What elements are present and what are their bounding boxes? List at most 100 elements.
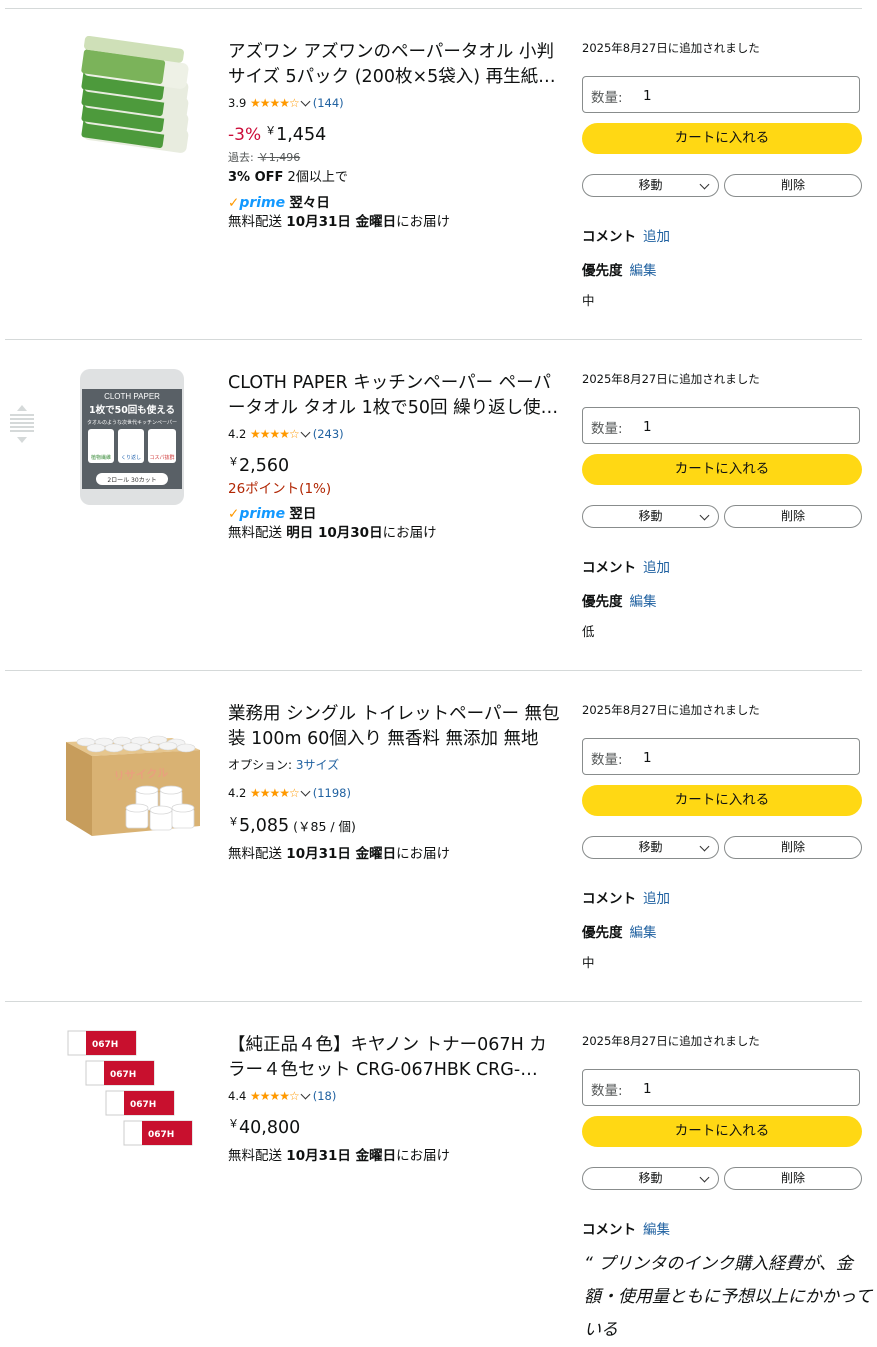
rating-row[interactable]: 4.2 ★★★★☆ (1198): [228, 786, 351, 800]
comment-row: コメント 追加: [582, 225, 670, 245]
item-divider: [5, 670, 862, 671]
offer-condition: 2個以上で: [283, 170, 348, 185]
comment-add-link[interactable]: 追加: [643, 560, 670, 576]
rating-row[interactable]: 4.4 ★★★★☆ (18): [228, 1089, 336, 1103]
delivery-info: 無料配送 10月31日 金曜日にお届け: [228, 842, 450, 862]
price-symbol: ￥: [228, 455, 239, 468]
quantity-field[interactable]: 数量: 1: [582, 738, 860, 775]
product-title[interactable]: アズワン アズワンのペーパータオル 小判サイズ 5パック (200枚×5袋入) …: [228, 40, 563, 90]
move-dropdown[interactable]: 移動: [582, 836, 719, 859]
priority-edit-link[interactable]: 編集: [630, 594, 657, 610]
product-title[interactable]: CLOTH PAPER キッチンペーパー ペーパータオル タオル 1枚で50回 …: [228, 371, 563, 421]
delivery-date: 明日 10月30日: [286, 525, 383, 541]
chevron-down-icon: [699, 1172, 710, 1183]
quantity-label: 数量:: [591, 1083, 623, 1099]
option-label: オプション:: [228, 758, 296, 772]
delivery-date: 10月31日 金曜日: [286, 846, 397, 862]
prime-delivery-speed: 翌々日: [289, 195, 330, 211]
priority-label: 優先度: [582, 594, 623, 610]
move-label: 移動: [638, 840, 663, 854]
comment-label: コメント: [582, 891, 636, 907]
added-date: 2025年8月27日に追加されました: [582, 1034, 760, 1048]
priority-edit-link[interactable]: 編集: [630, 263, 657, 279]
prime-check-icon: ✓: [228, 506, 240, 522]
comment-add-link[interactable]: 追加: [643, 891, 670, 907]
offer-percent: 3% OFF: [228, 170, 284, 185]
quantity-label: 数量:: [591, 90, 623, 106]
toner-model: 067H: [110, 1070, 136, 1080]
option-row: オプション: 3サイズ: [228, 756, 339, 773]
chevron-down-icon: [699, 179, 710, 190]
quantity-label: 数量:: [591, 752, 623, 768]
chevron-down-icon[interactable]: [300, 427, 311, 438]
rating-row[interactable]: 3.9 ★★★★☆ (144): [228, 96, 344, 110]
added-date: 2025年8月27日に追加されました: [582, 703, 760, 717]
toner-boxes: 067H 067H 067H 067H: [67, 1030, 193, 1146]
add-to-cart-button[interactable]: カートに入れる: [582, 1116, 862, 1147]
move-dropdown[interactable]: 移動: [582, 1167, 719, 1190]
review-count[interactable]: (243): [313, 427, 344, 441]
comment-row: コメント 追加: [582, 887, 670, 907]
quantity-field[interactable]: 数量: 1: [582, 76, 860, 113]
unit-price: (￥85 / 個): [293, 819, 356, 834]
product-title[interactable]: 【純正品４色】キヤノン トナー067H カラー４色セット CRG-067HBK …: [228, 1033, 563, 1083]
toner-model: 067H: [130, 1100, 156, 1110]
comment-edit-link[interactable]: 編集: [643, 1222, 670, 1238]
review-count[interactable]: (18): [313, 1089, 337, 1103]
item-divider: [5, 339, 862, 340]
product-title[interactable]: 業務用 シングル トイレットペーパー 無包装 100m 60個入り 無香料 無添…: [228, 702, 563, 752]
priority-edit-link[interactable]: 編集: [630, 925, 657, 941]
review-count[interactable]: (1198): [313, 786, 351, 800]
move-dropdown[interactable]: 移動: [582, 174, 719, 197]
delivery-date: 10月31日 金曜日: [286, 214, 397, 230]
chevron-down-icon[interactable]: [300, 786, 311, 797]
delete-button[interactable]: 削除: [724, 505, 862, 528]
price-row: -3% ￥1,454: [228, 122, 326, 145]
thumb-feature-1: 植物繊維: [91, 454, 111, 461]
quantity-field[interactable]: 数量: 1: [582, 1069, 860, 1106]
chevron-down-icon: [699, 841, 710, 852]
quantity-value[interactable]: 1: [643, 88, 652, 104]
quantity-field[interactable]: 数量: 1: [582, 407, 860, 444]
star-icon: ★★★★☆: [249, 96, 300, 110]
rating-row[interactable]: 4.2 ★★★★☆ (243): [228, 427, 344, 441]
add-to-cart-button[interactable]: カートに入れる: [582, 454, 862, 485]
add-to-cart-button[interactable]: カートに入れる: [582, 123, 862, 154]
drag-handle-icon[interactable]: [8, 403, 36, 445]
delete-button[interactable]: 削除: [724, 174, 862, 197]
product-image[interactable]: [62, 35, 202, 176]
move-dropdown[interactable]: 移動: [582, 505, 719, 528]
quantity-value[interactable]: 1: [643, 419, 652, 435]
quantity-value[interactable]: 1: [643, 750, 652, 766]
chevron-down-icon[interactable]: [300, 96, 311, 107]
prime-row: ✓prime 翌日: [228, 502, 316, 522]
priority-label: 優先度: [582, 925, 623, 941]
delete-button[interactable]: 削除: [724, 836, 862, 859]
delivery-suffix: にお届け: [396, 1148, 451, 1164]
chevron-down-icon[interactable]: [300, 1089, 311, 1100]
thumb-brand: CLOTH PAPER: [104, 392, 160, 401]
review-count[interactable]: (144): [313, 96, 344, 110]
price: 5,085: [239, 816, 290, 836]
comment-row: コメント 編集: [582, 1218, 670, 1238]
product-image[interactable]: 067H 067H 067H 067H: [66, 1027, 198, 1159]
option-value[interactable]: 3サイズ: [296, 758, 339, 772]
product-image[interactable]: リサイクル: [62, 698, 202, 838]
quantity-label: 数量:: [591, 421, 623, 437]
added-date: 2025年8月27日に追加されました: [582, 372, 760, 386]
comment-add-link[interactable]: 追加: [643, 229, 670, 245]
add-to-cart-button[interactable]: カートに入れる: [582, 785, 862, 816]
price-symbol: ￥: [228, 1117, 239, 1130]
quantity-value[interactable]: 1: [643, 1081, 652, 1097]
delivery-prefix: 無料配送: [228, 846, 287, 862]
rating-value: 4.4: [228, 1089, 247, 1103]
move-label: 移動: [638, 509, 663, 523]
product-image[interactable]: CLOTH PAPER 1枚で50回も使える タオルのような次世代キッチンペーパ…: [62, 367, 202, 507]
wishlist-item: CLOTH PAPER 1枚で50回も使える タオルのような次世代キッチンペーパ…: [0, 341, 877, 672]
comment-label: コメント: [582, 1222, 636, 1238]
priority-row: 優先度 編集: [582, 590, 657, 610]
rating-value: 4.2: [228, 786, 247, 800]
price: 40,800: [239, 1118, 301, 1138]
delivery-prefix: 無料配送: [228, 214, 287, 230]
delete-button[interactable]: 削除: [724, 1167, 862, 1190]
